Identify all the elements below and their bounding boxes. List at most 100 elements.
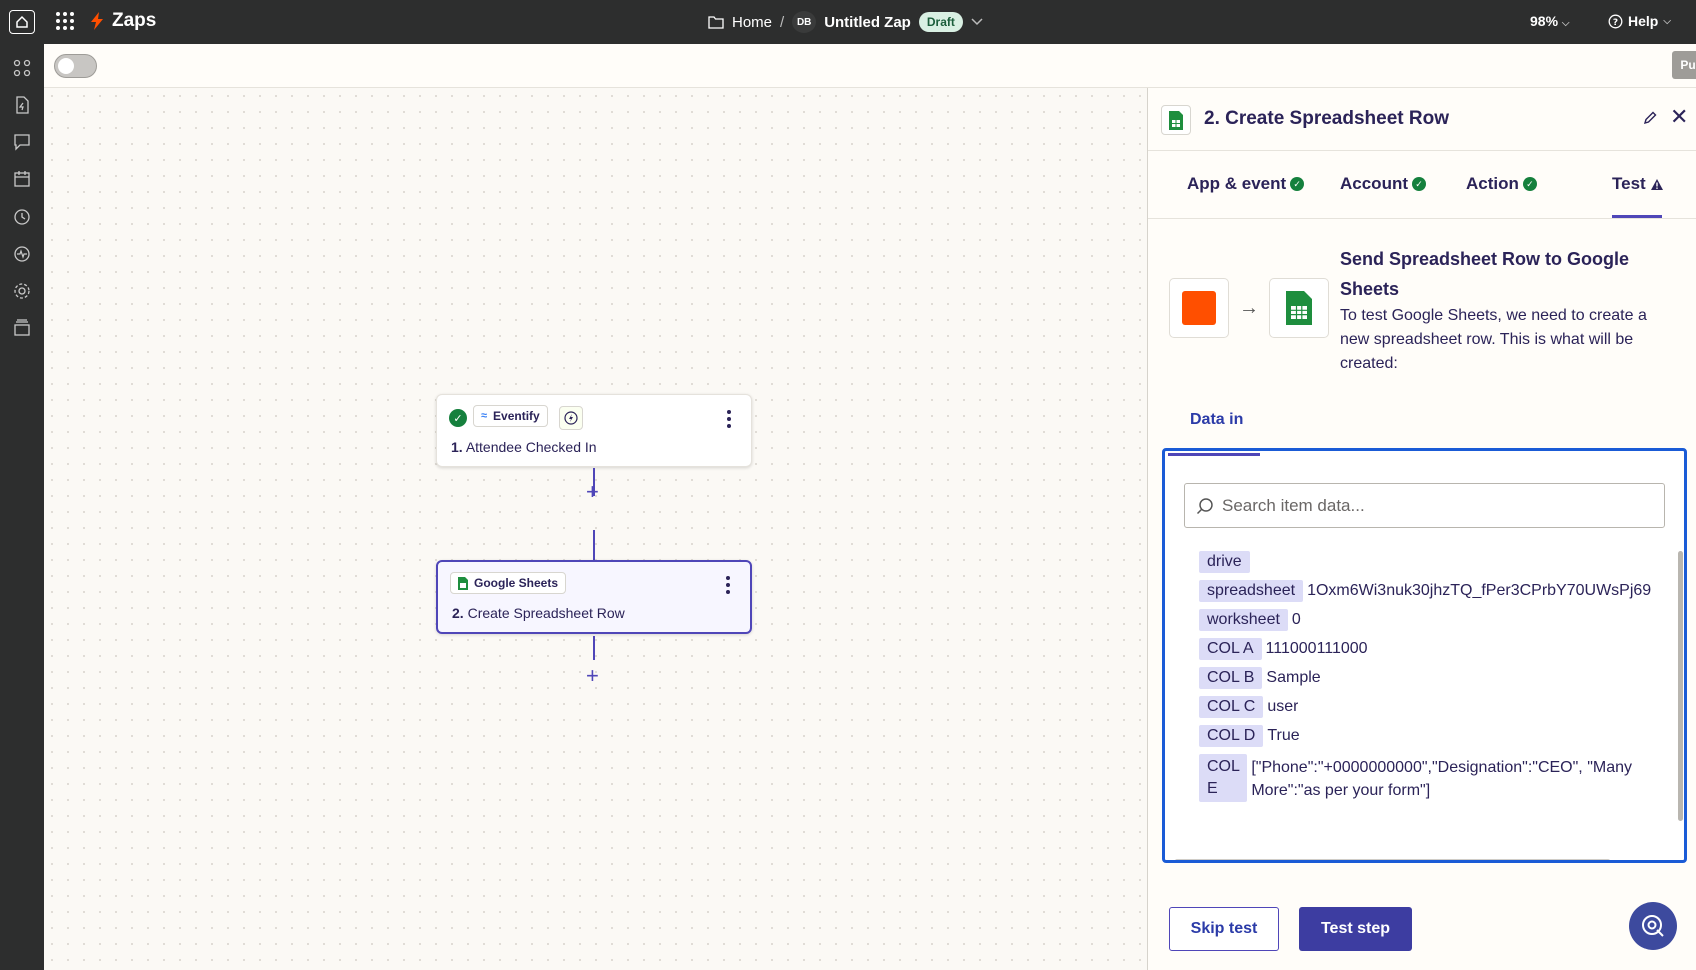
left-sidebar: ✦ <box>0 44 44 970</box>
step-title-label: Attendee Checked In <box>465 439 597 455</box>
panel-header: 2. Create Spreadsheet Row ✕ <box>1148 88 1696 151</box>
active-tab-indicator <box>1168 453 1260 456</box>
apps-icon[interactable] <box>12 58 32 78</box>
field-key: worksheet <box>1199 609 1288 631</box>
field-key: spreadsheet <box>1199 580 1304 602</box>
step-card-action[interactable]: Google Sheets 2. Create Spreadsheet Row <box>436 560 752 634</box>
home-icon[interactable] <box>9 10 35 34</box>
field-key: COL B <box>1199 667 1263 689</box>
add-step-button[interactable]: + <box>586 665 599 687</box>
help-dropdown[interactable]: ? Help ⌵ <box>1608 13 1671 29</box>
app-chip-label: Eventify <box>493 409 540 423</box>
field-key: drive <box>1199 551 1250 573</box>
status-badge: Draft <box>918 12 963 32</box>
more-options-icon[interactable] <box>727 410 731 428</box>
tab-test[interactable]: Test <box>1612 174 1664 194</box>
google-sheets-icon <box>1161 105 1191 135</box>
test-step-button[interactable]: Test step <box>1299 907 1412 951</box>
data-in-tab[interactable]: Data in <box>1190 411 1243 429</box>
field-value: 1Oxm6Wi3nuk30jhzTQ_fPer3CPrbY70UWsPj69 <box>1307 582 1652 599</box>
active-tab-indicator <box>1612 215 1662 218</box>
list-item: spreadsheet 1Oxm6Wi3nuk30jhzTQ_fPer3CPrb… <box>1199 580 1664 602</box>
tab-label: Test <box>1612 174 1646 193</box>
panel-title: 2. Create Spreadsheet Row <box>1204 108 1449 129</box>
eventify-icon: ≈ <box>481 410 488 422</box>
list-item: COL D True <box>1199 725 1664 747</box>
list-item: worksheet 0 <box>1199 609 1664 631</box>
chevron-down-icon[interactable] <box>971 18 983 26</box>
app-chip: ≈ Eventify <box>473 405 548 427</box>
tab-label: App & event <box>1187 174 1287 193</box>
step-details-panel: 2. Create Spreadsheet Row ✕ App & event … <box>1147 88 1696 970</box>
step-tabs: App & event ✓ Account ✓ Action ✓ Test <box>1148 151 1696 219</box>
zap-name[interactable]: Untitled Zap <box>824 14 911 31</box>
list-item: COL E ["Phone":"+0000000000","Designatio… <box>1199 754 1664 802</box>
data-list: drive spreadsheet 1Oxm6Wi3nuk30jhzTQ_fPe… <box>1199 551 1664 809</box>
svg-text:?: ? <box>1613 18 1618 28</box>
avatar[interactable]: DB <box>792 11 817 33</box>
field-key: COL E <box>1199 754 1248 802</box>
check-icon: ✓ <box>1522 177 1537 191</box>
step-number: 2. <box>452 605 464 621</box>
add-step-button[interactable]: + <box>586 481 599 503</box>
app-flow-icons: → <box>1169 278 1329 338</box>
list-item: COL C user <box>1199 696 1664 718</box>
step-number: 1. <box>451 439 463 455</box>
folder-icon <box>708 16 724 29</box>
step-title-label: Create Spreadsheet Row <box>467 605 625 621</box>
horizontal-scrollbar[interactable] <box>1175 859 1610 860</box>
skip-test-button[interactable]: Skip test <box>1169 907 1279 951</box>
zoom-dropdown[interactable]: 98% ⌵ <box>1530 13 1570 29</box>
destination-app-tile <box>1269 278 1329 338</box>
app-chip: Google Sheets <box>450 572 567 594</box>
pencil-icon[interactable] <box>1642 110 1658 126</box>
field-value: True <box>1267 727 1300 744</box>
tab-account[interactable]: Account ✓ <box>1340 174 1426 194</box>
arrow-right-icon: → <box>1239 296 1259 319</box>
tab-app-event[interactable]: App & event ✓ <box>1187 174 1305 194</box>
zap-on-off-toggle[interactable] <box>54 54 97 78</box>
archive-icon[interactable] <box>12 318 32 338</box>
step-title: 2. Create Spreadsheet Row <box>452 605 625 621</box>
list-item: COL A 111000111000 <box>1199 638 1664 660</box>
field-value: ["Phone":"+0000000000","Designation":"CE… <box>1251 759 1632 799</box>
field-key: COL D <box>1199 725 1264 747</box>
help-label: Help <box>1628 13 1659 29</box>
publish-button[interactable]: Publish <box>1672 51 1696 79</box>
check-icon: ✓ <box>1412 177 1426 191</box>
trigger-bolt-icon <box>559 406 583 430</box>
history-icon[interactable] <box>12 207 32 227</box>
settings-icon[interactable] <box>12 281 32 301</box>
app-title-label: Zaps <box>112 10 157 31</box>
zap-bolt-icon <box>91 12 103 30</box>
summary-title: Send Spreadsheet Row to Google Sheets <box>1340 249 1630 299</box>
chat-icon[interactable] <box>12 132 32 152</box>
more-options-icon[interactable] <box>726 576 730 594</box>
list-item: COL B Sample <box>1199 667 1664 689</box>
step-card-trigger[interactable]: ✓ ≈ Eventify 1. Attendee Checked In <box>436 394 752 467</box>
breadcrumb: Home / DB Untitled Zap Draft <box>708 11 983 33</box>
field-value: Sample <box>1266 669 1321 686</box>
activity-icon[interactable] <box>12 244 32 264</box>
breadcrumb-home[interactable]: Home <box>732 14 772 31</box>
app-launcher-icon[interactable] <box>56 12 74 30</box>
warning-icon <box>1650 178 1663 190</box>
top-bar: Zaps Home / DB Untitled Zap Draft 98% ⌵ … <box>0 0 1696 44</box>
calendar-icon[interactable] <box>12 169 32 189</box>
zap-file-icon[interactable] <box>12 95 32 115</box>
connector-line <box>593 636 595 660</box>
field-key: COL A <box>1199 638 1262 660</box>
search-placeholder: Search item data... <box>1222 495 1365 515</box>
field-value: 111000111000 <box>1265 640 1368 657</box>
zoom-level: 98% <box>1530 13 1559 29</box>
vertical-scrollbar[interactable] <box>1678 551 1683 821</box>
check-icon: ✓ <box>1290 177 1305 191</box>
search-input[interactable]: Search item data... <box>1184 483 1665 528</box>
app-title[interactable]: Zaps <box>90 10 156 32</box>
close-icon[interactable]: ✕ <box>1670 106 1688 128</box>
google-sheets-icon <box>1286 291 1312 325</box>
google-sheets-icon <box>458 576 468 590</box>
tab-action[interactable]: Action ✓ <box>1466 174 1537 194</box>
support-chat-icon[interactable] <box>1629 902 1677 950</box>
zap-canvas[interactable]: ✓ ≈ Eventify 1. Attendee Checked In + Go… <box>44 88 1147 970</box>
